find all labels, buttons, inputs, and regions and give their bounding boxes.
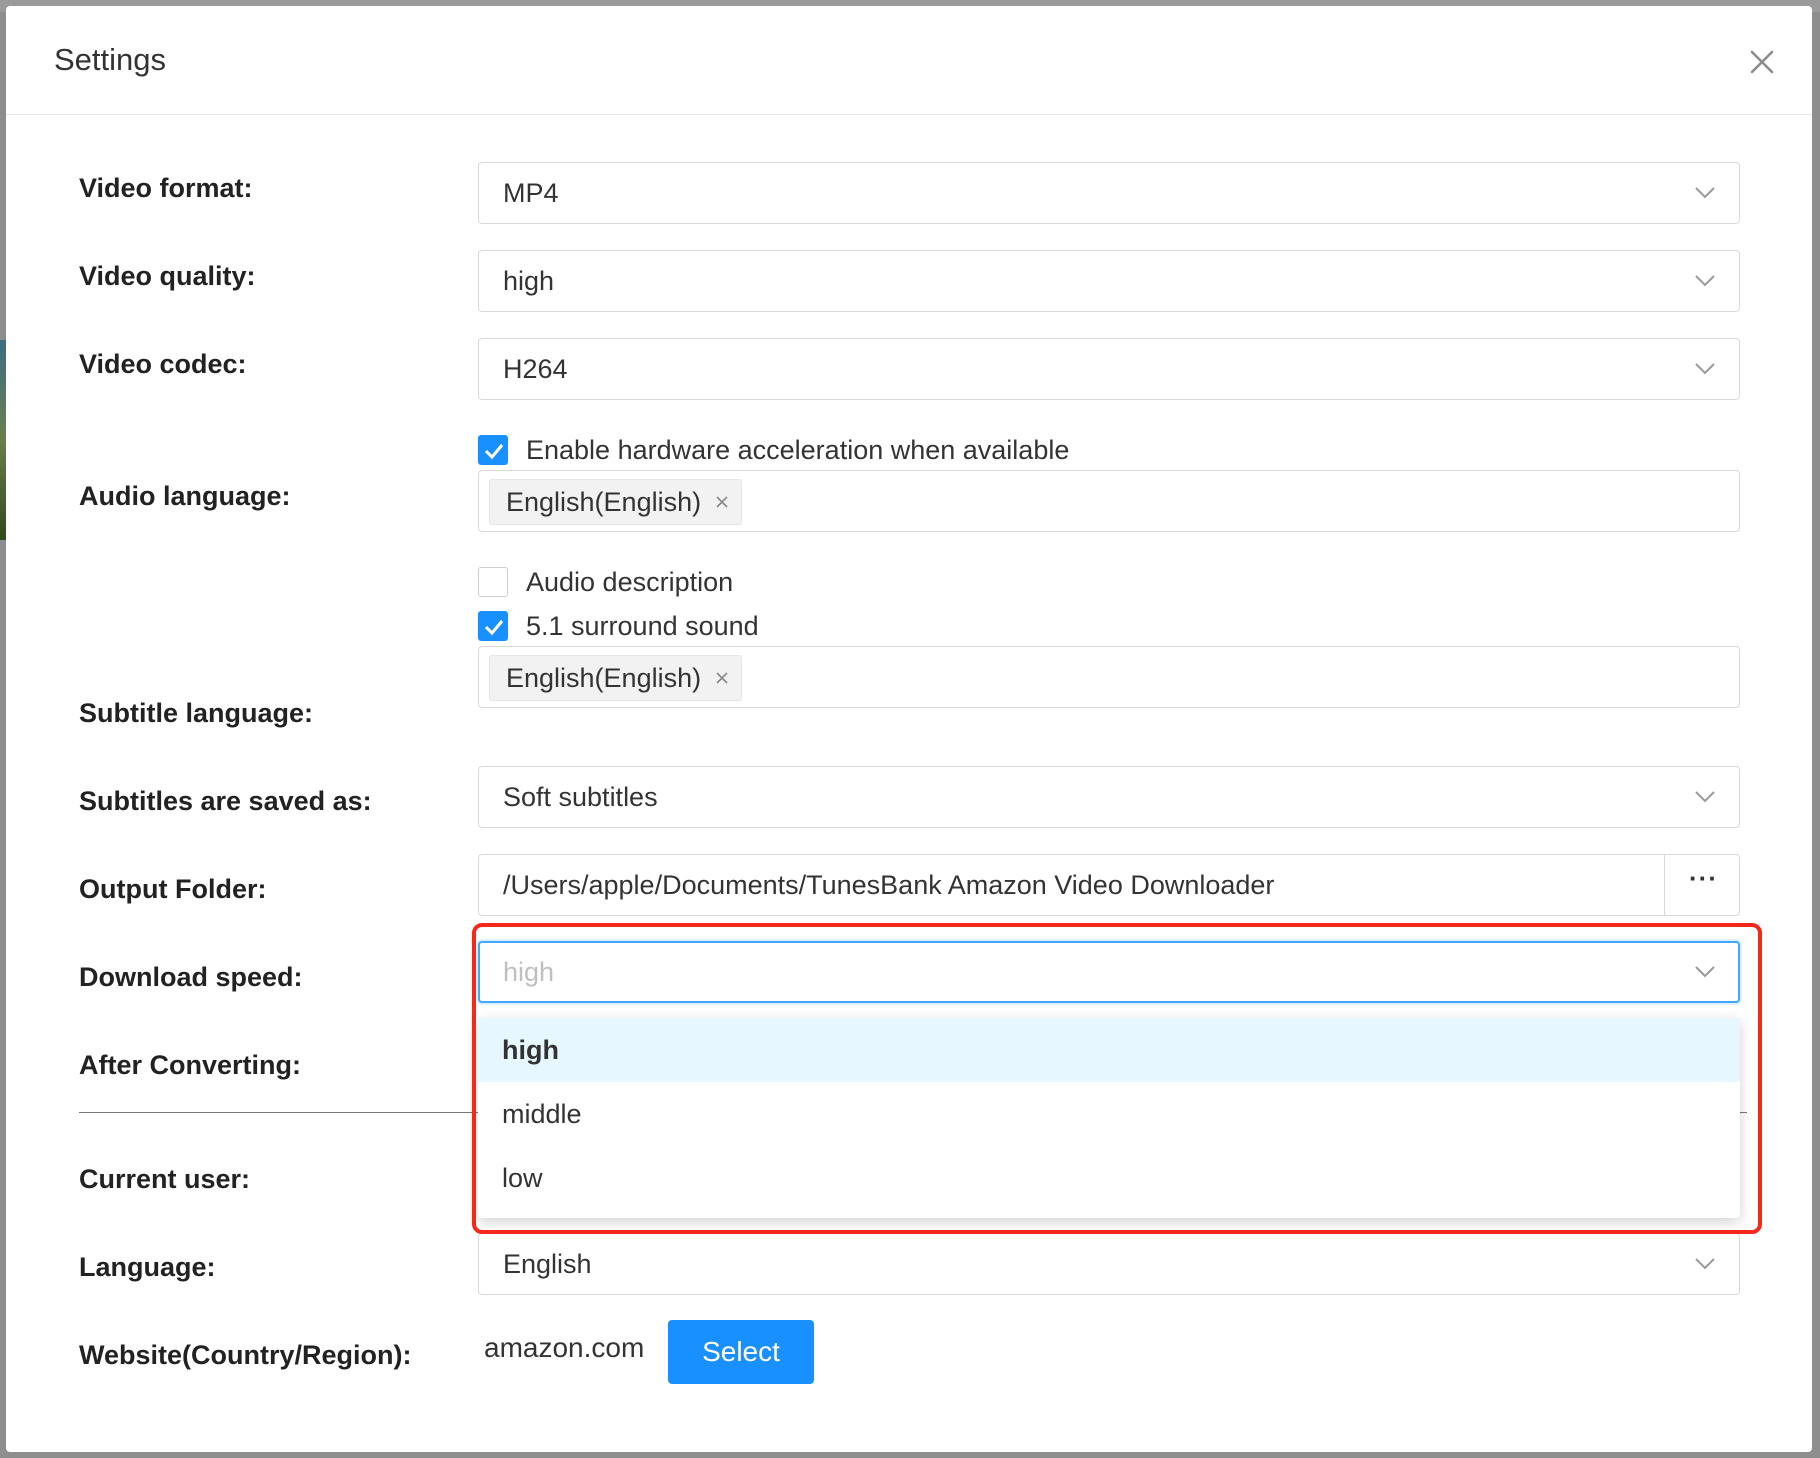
surround-sound-checkbox[interactable] [478,611,508,641]
video-codec-select[interactable]: H264 [478,338,1740,400]
after-converting-label: After Converting: [79,1050,301,1080]
output-folder-label: Output Folder: [79,874,267,904]
audio-description-text: Audio description [526,566,734,597]
chevron-down-icon [1695,275,1715,287]
chevron-down-icon [1695,363,1715,375]
dialog-title: Settings [54,42,167,77]
close-icon[interactable] [1744,44,1780,80]
audio-language-label: Audio language: [79,481,291,511]
language-select[interactable]: English [478,1233,1740,1295]
subtitles-saved-as-value: Soft subtitles [503,782,658,812]
video-quality-label: Video quality: [79,261,256,291]
audio-language-tag: English(English) [489,479,743,525]
ellipsis-icon: ··· [1689,863,1718,893]
select-website-button[interactable]: Select [668,1320,814,1384]
annotation-highlight-box [472,923,1762,1234]
checkmark-icon [484,620,504,636]
video-quality-value: high [503,266,555,296]
subtitles-saved-as-label: Subtitles are saved as: [79,786,372,816]
chevron-down-icon [1695,791,1715,803]
dialog-header: Settings [6,6,1812,115]
subtitle-language-label: Subtitle language: [79,698,314,728]
download-speed-label: Download speed: [79,962,303,992]
audio-language-select[interactable]: English(English) [478,470,1740,532]
chevron-down-icon [1695,187,1715,199]
chevron-down-icon [1695,1258,1715,1270]
video-quality-select[interactable]: high [478,250,1740,312]
checkmark-icon [484,444,504,460]
language-value: English [503,1249,592,1279]
audio-description-row[interactable]: Audio description [478,565,733,599]
subtitle-language-tag: English(English) [489,655,743,701]
website-value: amazon.com [484,1332,645,1363]
video-format-label: Video format: [79,173,253,203]
audio-language-tag-text: English(English) [506,486,702,517]
hardware-accel-checkbox[interactable] [478,435,508,465]
video-codec-value: H264 [503,354,568,384]
surround-sound-row[interactable]: 5.1 surround sound [478,609,759,643]
browse-folder-button[interactable]: ··· [1664,855,1739,915]
output-folder-value: /Users/apple/Documents/TunesBank Amazon … [503,870,1275,900]
subtitle-language-select[interactable]: English(English) [478,646,1740,708]
output-folder-input[interactable]: /Users/apple/Documents/TunesBank Amazon … [478,854,1740,916]
audio-description-checkbox[interactable] [478,567,508,597]
video-format-select[interactable]: MP4 [478,162,1740,224]
tag-remove-icon[interactable] [715,671,729,685]
surround-sound-text: 5.1 surround sound [526,610,759,641]
video-codec-label: Video codec: [79,349,247,379]
website-label: Website(Country/Region): [79,1340,412,1370]
current-user-label: Current user: [79,1164,251,1194]
hardware-accel-row[interactable]: Enable hardware acceleration when availa… [478,433,1069,467]
settings-dialog: Settings Video format: MP4 Video quality… [6,6,1812,1452]
hardware-accel-text: Enable hardware acceleration when availa… [526,434,1070,465]
language-label: Language: [79,1252,216,1282]
subtitles-saved-as-select[interactable]: Soft subtitles [478,766,1740,828]
video-format-value: MP4 [503,178,559,208]
tag-remove-icon[interactable] [715,495,729,509]
subtitle-language-tag-text: English(English) [506,662,702,693]
